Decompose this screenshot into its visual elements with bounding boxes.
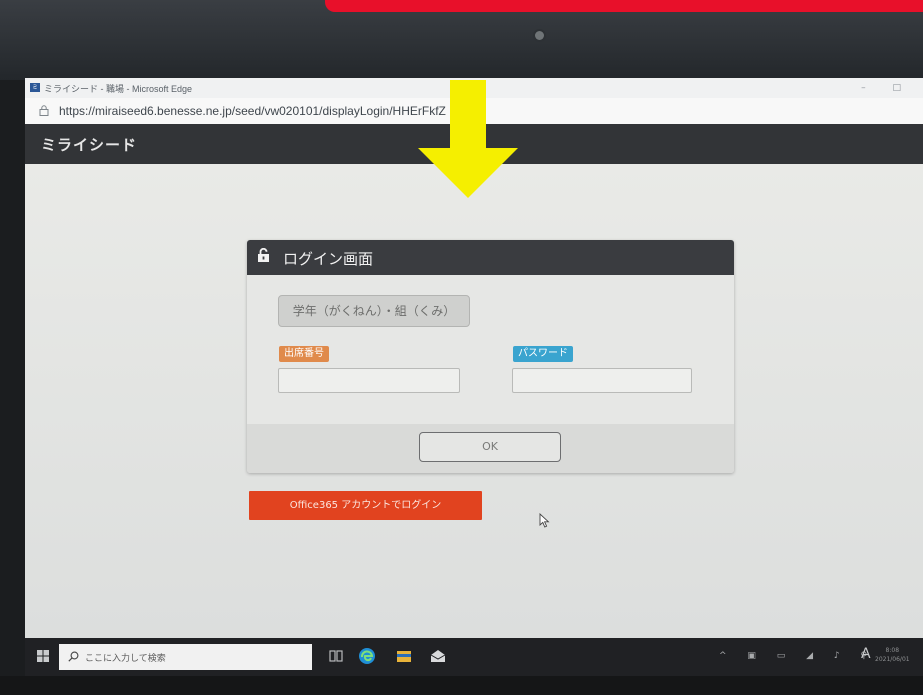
- unlock-icon: [258, 248, 269, 262]
- taskbar: ここに入力して検索 ^ ▣ ▭ ◢ ♪ ⚲ A 8:08 2021/06/01: [25, 638, 923, 676]
- clock-date: 2021/06/01: [875, 656, 910, 663]
- task-view-icon[interactable]: [327, 647, 345, 665]
- monitor-bezel-bottom: [0, 676, 923, 695]
- password-label: パスワード: [513, 346, 573, 362]
- taskbar-search[interactable]: ここに入力して検索: [59, 644, 312, 670]
- down-arrow-icon: [418, 80, 518, 198]
- search-icon: [68, 651, 79, 662]
- password-field[interactable]: [512, 368, 692, 393]
- monitor-bezel-top: [0, 0, 923, 80]
- window-controls[interactable]: – □: [861, 83, 913, 93]
- login-panel-header: ログイン画面: [247, 240, 734, 275]
- login-panel-footer: OK: [247, 424, 734, 473]
- student-number-field[interactable]: [278, 368, 460, 393]
- file-explorer-icon[interactable]: [395, 647, 413, 665]
- page-content: ログイン画面 学年（がくねん）・組（くみ） 出席番号 パスワード OK Offi…: [25, 164, 923, 638]
- app-icon: ミ: [30, 83, 40, 92]
- webcam: [535, 31, 544, 40]
- clock-time: 8:08: [885, 647, 900, 654]
- ok-button[interactable]: OK: [419, 432, 561, 462]
- taskbar-clock[interactable]: 8:08 2021/06/01: [875, 646, 910, 664]
- login-panel: ログイン画面 学年（がくねん）・組（くみ） 出席番号 パスワード OK: [247, 240, 734, 473]
- cursor-icon: [539, 513, 550, 528]
- class-select-button[interactable]: 学年（がくねん）・組（くみ）: [278, 295, 470, 327]
- system-tray-icons[interactable]: ^ ▣ ▭ ◢ ♪ ⚲: [719, 651, 876, 661]
- url-text[interactable]: https://miraiseed6.benesse.ne.jp/seed/vw…: [59, 104, 446, 118]
- miraiseed-logo: ミライシード: [41, 136, 138, 154]
- screen: ミ ミライシード - 職場 - Microsoft Edge – □ https…: [25, 78, 923, 638]
- search-placeholder: ここに入力して検索: [85, 654, 166, 664]
- lock-icon: [39, 105, 49, 116]
- student-number-label: 出席番号: [279, 346, 329, 362]
- annotation-banner: [325, 0, 923, 12]
- input-language-indicator[interactable]: A: [861, 646, 871, 662]
- windows-icon[interactable]: [37, 650, 49, 662]
- login-title: ログイン画面: [283, 250, 374, 268]
- edge-icon[interactable]: [358, 647, 376, 665]
- window-title: ミライシード - 職場 - Microsoft Edge: [44, 84, 193, 94]
- office365-login-button[interactable]: Office365 アカウントでログイン: [249, 491, 482, 520]
- mail-icon[interactable]: [429, 647, 447, 665]
